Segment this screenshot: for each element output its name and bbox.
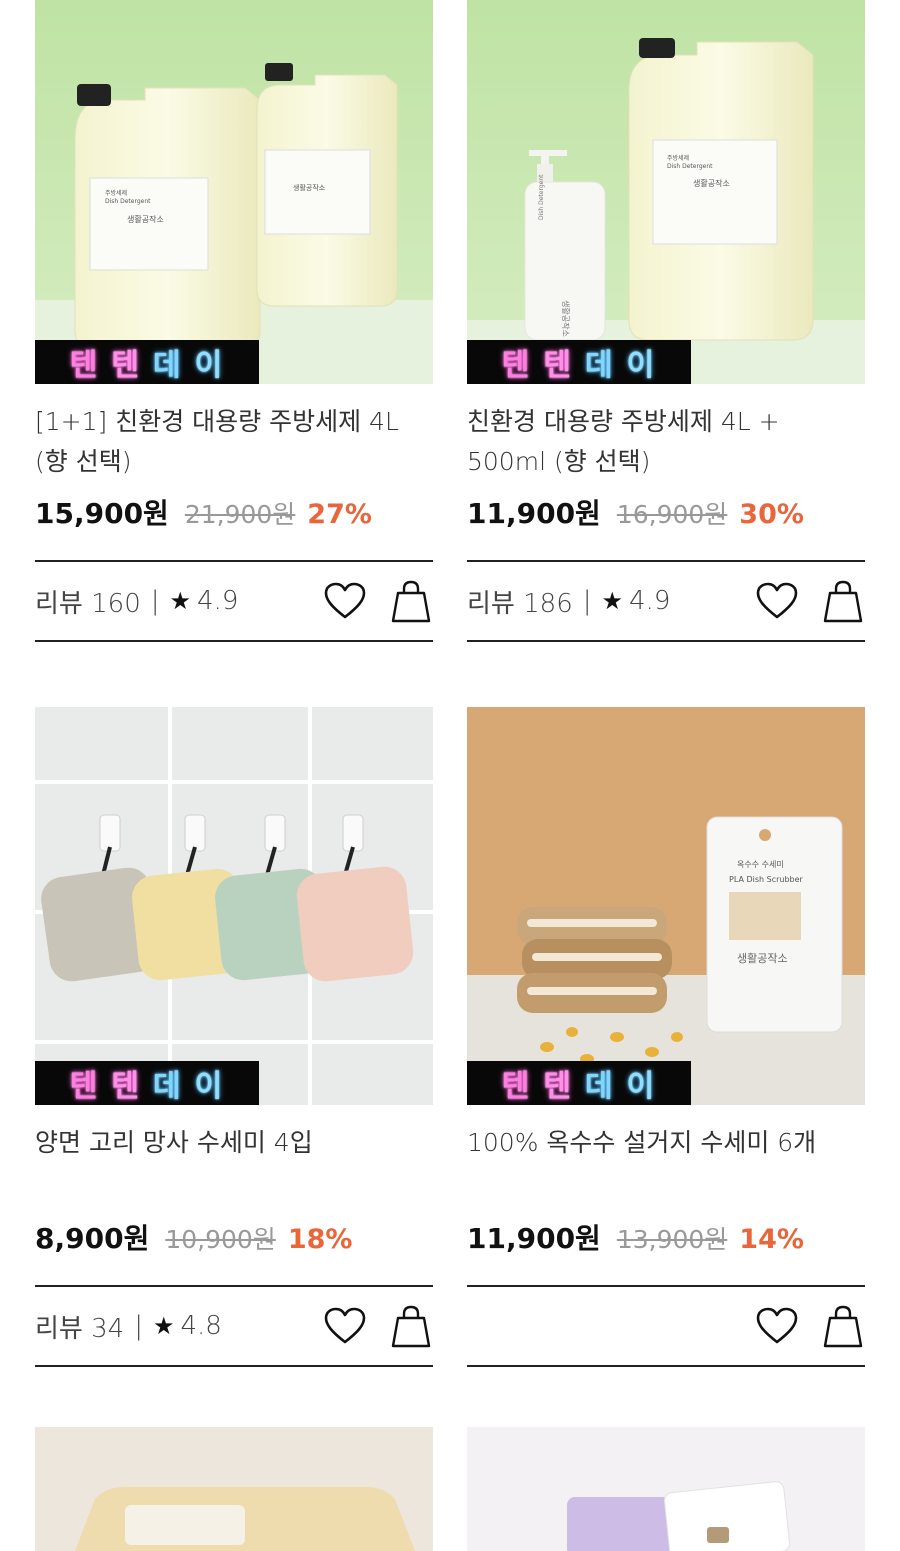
price-row: 8,900원 10,900원 18% xyxy=(35,1217,433,1257)
review-count: 리뷰 186 xyxy=(467,588,573,619)
corn-scrubbers-image: 옥수수 수세미 PLA Dish Scrubber 생활공작소 xyxy=(467,707,865,1105)
product-meta xyxy=(467,1285,865,1367)
review-summary[interactable]: 리뷰 160 | ★ 4.9 xyxy=(35,583,238,620)
discount-rate: 14% xyxy=(739,1224,804,1255)
bottle-label-brand: 생활공작소 xyxy=(561,300,571,337)
product-card[interactable]: 텐텐데이 양면 고리 망사 수세미 4입 8,900원 10,900원 18% … xyxy=(35,707,433,1367)
tenten-day-badge: 텐텐데이 xyxy=(467,340,691,384)
product-title[interactable]: 친환경 대용량 주방세제 4L + 500ml (향 선택) xyxy=(467,402,865,482)
rating-value: 4.9 xyxy=(197,586,239,616)
product-title[interactable]: 양면 고리 망사 수세미 4입 xyxy=(35,1123,433,1203)
product-meta: 리뷰 186 | ★ 4.9 xyxy=(467,560,865,642)
detergent-jugs-image: 주방세제 Dish Detergent 생활공작소 생활공작소 xyxy=(35,0,433,384)
jug-label-brand: 생활공작소 xyxy=(127,214,164,224)
shopping-bag-icon[interactable] xyxy=(389,1304,433,1348)
star-icon: ★ xyxy=(169,587,192,615)
discount-rate: 30% xyxy=(739,499,804,530)
rating-value: 4.8 xyxy=(180,1311,222,1341)
product-image[interactable]: 주방세제 Dish Detergent 생활공작소 Dish Detergent… xyxy=(467,0,865,384)
jug-label-ko: 주방세제 xyxy=(105,189,127,197)
pack-label-brand: 생활공작소 xyxy=(737,951,788,965)
product-card[interactable]: 옥수수 수세미 PLA Dish Scrubber 생활공작소 텐텐데이 100… xyxy=(467,707,865,1367)
product-image[interactable]: 주방세제 Dish Detergent 생활공작소 생활공작소 텐텐데이 xyxy=(35,0,433,384)
sale-price: 11,900원 xyxy=(467,1222,601,1255)
product-card[interactable]: 주방세제 Dish Detergent 생활공작소 Dish Detergent… xyxy=(467,0,865,642)
review-count: 리뷰 34 xyxy=(35,1313,125,1344)
tenten-day-badge: 텐텐데이 xyxy=(35,340,259,384)
product-image[interactable]: 텐텐데이 xyxy=(35,707,433,1105)
wet-wipes-image xyxy=(35,1427,433,1551)
product-image[interactable] xyxy=(467,1427,865,1551)
shopping-bag-icon[interactable] xyxy=(821,579,865,623)
tenten-day-badge: 텐텐데이 xyxy=(35,1061,259,1105)
discount-rate: 18% xyxy=(287,1224,353,1255)
heart-icon[interactable] xyxy=(323,579,367,623)
shopping-bag-icon[interactable] xyxy=(389,579,433,623)
divider: | xyxy=(134,1311,143,1341)
product-title[interactable]: [1+1] 친환경 대용량 주방세제 4L (향 선택) xyxy=(35,402,433,482)
shopping-bag-icon[interactable] xyxy=(821,1304,865,1348)
star-icon: ★ xyxy=(601,587,624,615)
product-card[interactable]: 주방세제 Dish Detergent 생활공작소 생활공작소 텐텐데이 [1+… xyxy=(35,0,433,642)
jug-label-ko: 주방세제 xyxy=(667,154,689,162)
product-image[interactable] xyxy=(35,1427,433,1551)
original-price: 13,900원 xyxy=(616,1225,728,1254)
product-meta: 리뷰 34 | ★ 4.8 xyxy=(35,1285,433,1367)
pack-label-en: PLA Dish Scrubber xyxy=(729,875,804,884)
heart-icon[interactable] xyxy=(755,1304,799,1348)
purple-pouch-image xyxy=(467,1427,865,1551)
price-row: 15,900원 21,900원 27% xyxy=(35,492,433,532)
discount-rate: 27% xyxy=(307,499,372,530)
detergent-jug-pump-image: 주방세제 Dish Detergent 생활공작소 Dish Detergent… xyxy=(467,0,865,384)
star-icon: ★ xyxy=(152,1312,175,1340)
price-row: 11,900원 16,900원 30% xyxy=(467,492,865,532)
original-price: 10,900원 xyxy=(165,1225,276,1254)
heart-icon[interactable] xyxy=(323,1304,367,1348)
jug-label-brand: 생활공작소 xyxy=(693,178,730,188)
bottle-label-en: Dish Detergent xyxy=(538,174,545,220)
product-card[interactable] xyxy=(35,1427,433,1551)
heart-icon[interactable] xyxy=(755,579,799,623)
jug-label-en: Dish Detergent xyxy=(667,163,713,170)
sale-price: 15,900원 xyxy=(35,497,169,530)
original-price: 21,900원 xyxy=(184,500,296,529)
rating-value: 4.9 xyxy=(629,586,671,616)
review-summary[interactable]: 리뷰 186 | ★ 4.9 xyxy=(467,583,670,620)
product-title[interactable]: 100% 옥수수 설거지 수세미 6개 xyxy=(467,1123,865,1203)
sale-price: 8,900원 xyxy=(35,1222,150,1255)
jug-label-brand-2: 생활공작소 xyxy=(293,183,326,192)
sale-price: 11,900원 xyxy=(467,497,601,530)
divider: | xyxy=(582,586,592,616)
original-price: 16,900원 xyxy=(616,500,728,529)
price-row: 11,900원 13,900원 14% xyxy=(467,1217,865,1257)
mesh-scrubbers-image xyxy=(35,707,433,1105)
review-summary[interactable]: 리뷰 34 | ★ 4.8 xyxy=(35,1308,222,1345)
pack-label-ko: 옥수수 수세미 xyxy=(737,860,784,869)
product-image[interactable]: 옥수수 수세미 PLA Dish Scrubber 생활공작소 텐텐데이 xyxy=(467,707,865,1105)
tenten-day-badge: 텐텐데이 xyxy=(467,1061,691,1105)
divider: | xyxy=(150,586,160,616)
jug-label-en: Dish Detergent xyxy=(105,198,151,205)
product-card[interactable] xyxy=(467,1427,865,1551)
product-meta: 리뷰 160 | ★ 4.9 xyxy=(35,560,433,642)
review-count: 리뷰 160 xyxy=(35,588,141,619)
